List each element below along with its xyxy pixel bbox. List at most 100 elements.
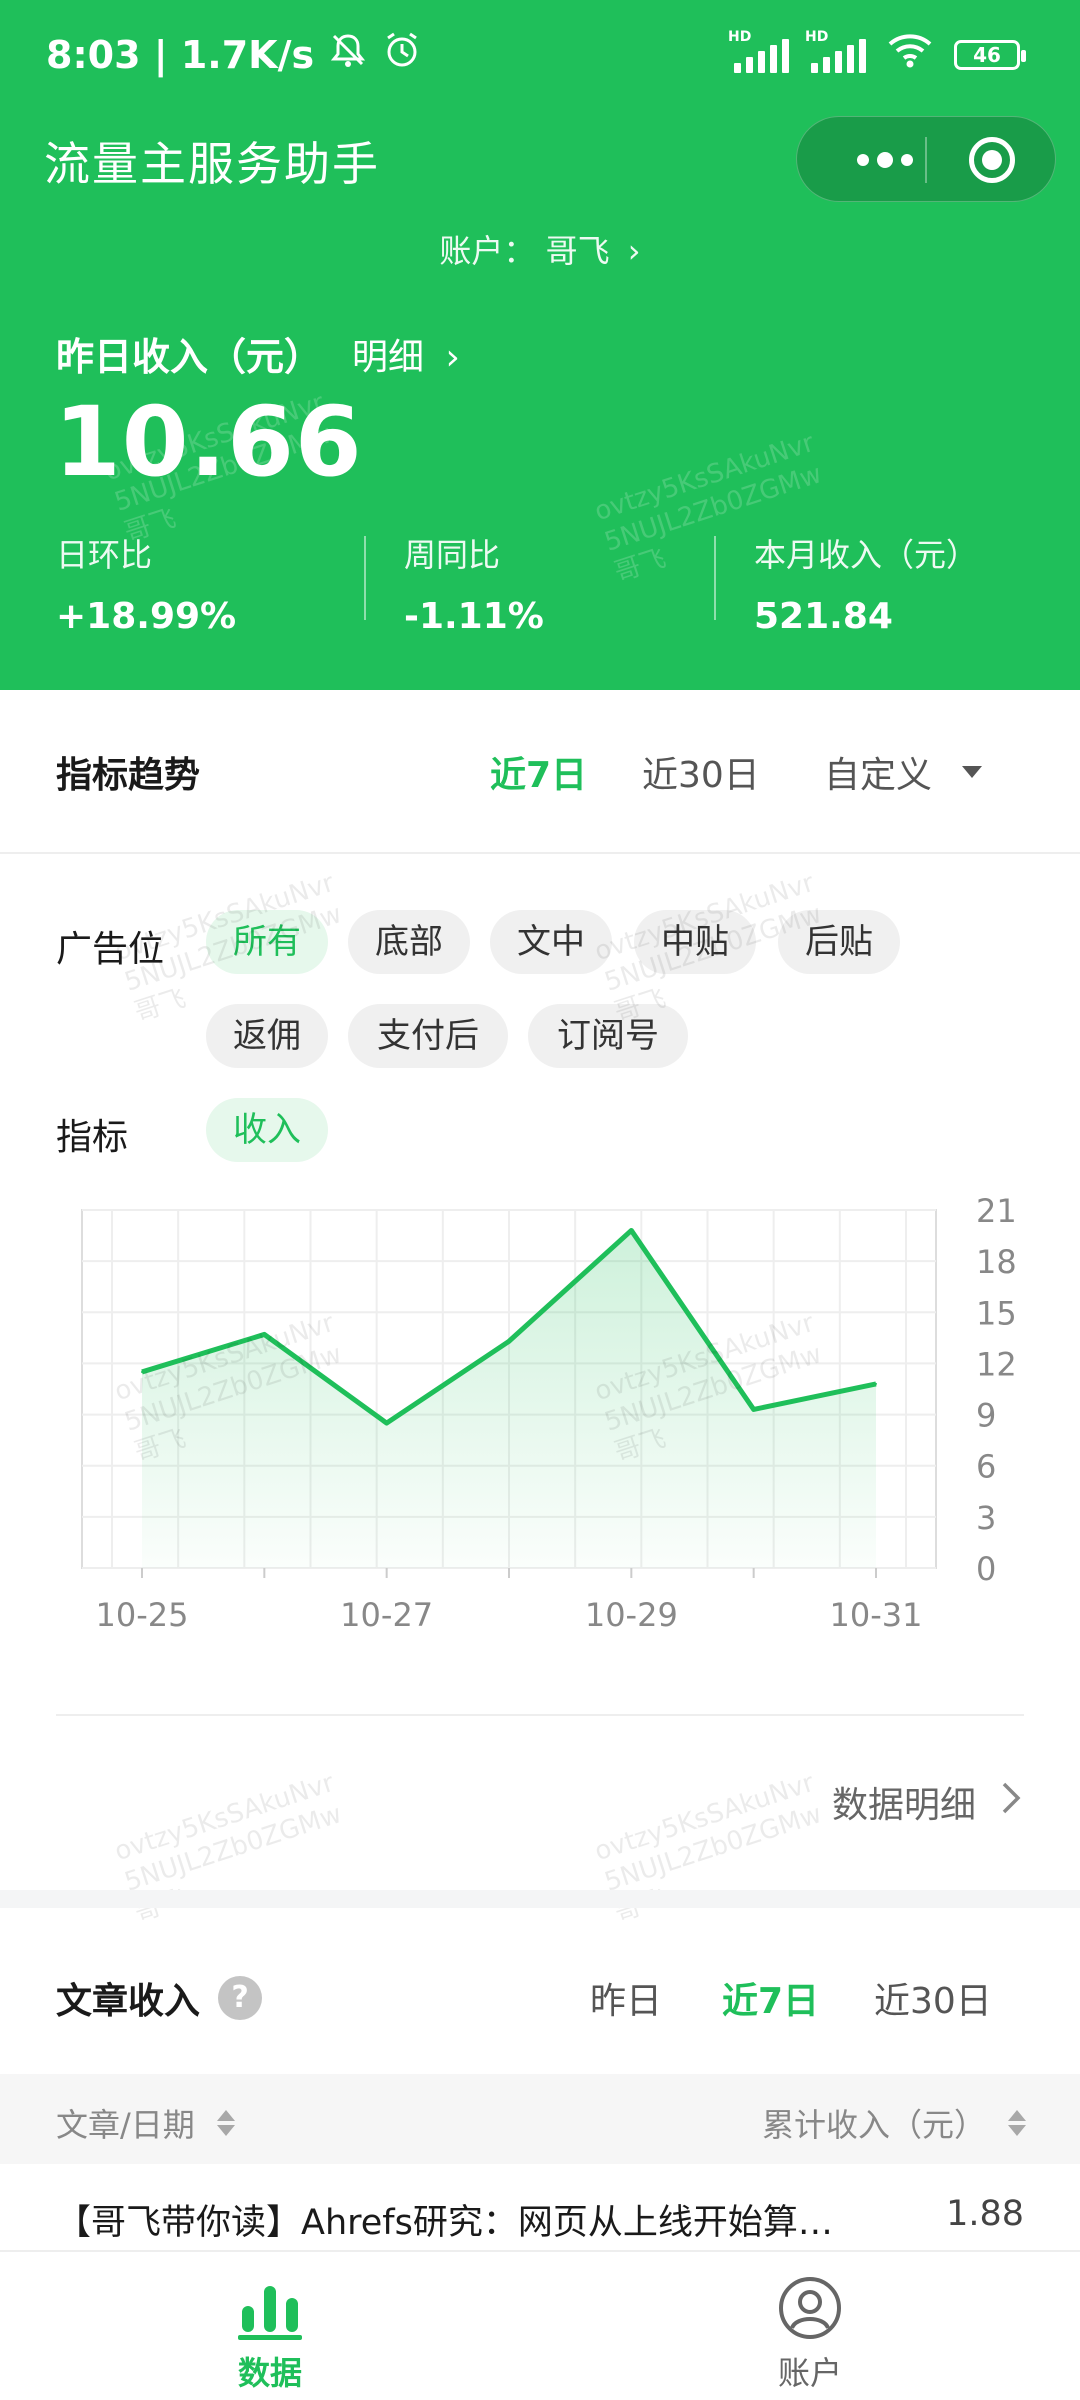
tab-data[interactable]: 数据 [0,2252,540,2400]
income-trend-chart[interactable]: 0 3 6 9 12 15 18 21 10-25 10-27 10-29 10-31 [40,1192,1040,1676]
y-tick-label: 18 [976,1243,1017,1281]
detail-link-label: 明细 [352,336,425,378]
data-point [508,1340,510,1343]
close-miniapp-icon[interactable] [969,137,1015,183]
column-article-date[interactable]: 文章/日期 [56,2100,235,2146]
yesterday-income-value: 10.66 [54,386,363,498]
column-cumulative-income[interactable]: 累计收入（元） [762,2100,1026,2146]
stat-divider [364,536,366,620]
article-range-30d[interactable]: 近30日 [874,1972,992,2024]
signal-icon-2: HD [805,29,866,73]
bar-chart-icon [238,2286,302,2340]
capsule-divider [925,137,927,183]
chip-subscription[interactable]: 订阅号 [528,1004,688,1068]
stat-label: 本月收入（元） [754,536,979,574]
chevron-right-icon: › [627,232,641,270]
stat-value: -1.11% [404,596,544,637]
user-icon [779,2277,841,2339]
sort-icon [1008,2108,1026,2138]
trend-section-header: 指标趋势 近7日 近30日 自定义 [0,690,1080,854]
data-point [263,1333,266,1336]
y-tick-label: 6 [976,1448,996,1486]
chip-mid-roll[interactable]: 中贴 [634,910,756,974]
data-point [752,1408,755,1411]
app-title: 流量主服务助手 [44,137,380,191]
income-stats: 日环比 +18.99% 周同比 -1.11% 本月收入（元） 521.84 [0,530,1080,637]
more-icon[interactable] [835,117,935,203]
tab-account[interactable]: 账户 [540,2252,1080,2400]
sort-icon [216,2108,235,2138]
chevron-right-icon: › [445,336,460,378]
y-tick-label: 3 [976,1499,996,1537]
section-gap [0,1890,1080,1908]
income-detail-link[interactable]: 明细 › [352,328,460,380]
y-tick-label: 15 [976,1294,1017,1332]
trend-title: 指标趋势 [56,755,201,796]
chip-all[interactable]: 所有 [206,910,328,974]
bottom-tab-bar: 数据 账户 [0,2250,1080,2400]
stat-value: 521.84 [754,596,893,637]
article-range-yesterday[interactable]: 昨日 [590,1972,662,2024]
stat-divider [714,536,716,620]
yesterday-income-header: 昨日收入（元） 明细 › [56,326,460,381]
help-icon[interactable]: ? [218,1976,263,2020]
status-time-speed: 8:03 | 1.7K/s [46,32,315,77]
ad-position-label: 广告位 [56,929,165,970]
mute-icon [328,30,368,79]
metric-label: 指标 [56,1117,129,1158]
chip-after-payment[interactable]: 支付后 [348,1004,508,1068]
chart-svg: 0 3 6 9 12 15 18 21 10-25 10-27 10-29 10-31 [81,1192,1017,1634]
chip-in-article[interactable]: 文中 [490,910,612,974]
column-label: 累计收入（元） [761,2106,986,2144]
account-label: 账户： [439,232,536,270]
stat-day-over-day: 日环比 +18.99% [56,530,236,637]
article-income-header: 文章收入 ? [56,1972,263,2024]
status-left: 8:03 | 1.7K/s [46,30,422,79]
y-tick-label: 0 [976,1550,996,1588]
data-point [875,1382,877,1385]
account-selector[interactable]: 账户： 哥飞 › [0,226,1080,272]
income-label: 昨日收入（元） [56,335,323,379]
chevron-right-icon [1000,1780,1022,1825]
data-detail-link[interactable]: 数据明细 [832,1776,1022,1828]
x-tick-label: 10-27 [340,1596,433,1634]
data-point [141,1370,143,1373]
article-income-value: 1.88 [946,2194,1024,2234]
chip-bottom[interactable]: 底部 [348,910,470,974]
range-tab-custom[interactable]: 自定义 [824,746,932,798]
hd-label-1: HD [728,28,752,45]
stat-value: +18.99% [56,596,237,637]
y-tick-label: 21 [976,1196,1017,1230]
stat-month-income: 本月收入（元） 521.84 [754,530,978,637]
y-tick-label: 9 [976,1397,996,1435]
divider [56,1714,1024,1716]
article-title: 【哥飞带你读】Ahrefs研究：网页从上线开始算… [56,2203,833,2243]
data-detail-label: 数据明细 [831,1785,976,1826]
table-header: 文章/日期 累计收入（元） [0,2074,1080,2164]
y-tick-label: 12 [976,1345,1017,1383]
article-range-7d[interactable]: 近7日 [722,1972,819,2024]
signal-icon-1: HD [728,29,789,73]
table-row[interactable]: 【哥飞带你读】Ahrefs研究：网页从上线开始算… 1.88 [0,2164,1080,2254]
battery-icon: 46 [954,39,1026,70]
x-tick-label: 10-25 [96,1596,189,1634]
range-tab-30d[interactable]: 近30日 [642,746,760,798]
stat-label: 日环比 [56,536,153,574]
status-right: HD HD 46 [728,29,1026,77]
article-income-title: 文章收入 [56,1981,201,2022]
data-point [385,1422,388,1425]
range-tab-7d[interactable]: 近7日 [490,746,587,798]
alarm-icon [382,30,422,79]
chip-rebate[interactable]: 返佣 [206,1004,328,1068]
x-tick-label: 10-31 [830,1596,923,1634]
miniapp-capsule [796,116,1056,202]
hd-label-2: HD [805,28,829,45]
x-tick-label: 10-29 [585,1596,678,1634]
chip-post-roll[interactable]: 后贴 [778,910,900,974]
tab-label: 数据 [237,2354,302,2392]
chip-income[interactable]: 收入 [206,1098,328,1162]
header-panel: 8:03 | 1.7K/s HD HD 46 流量主服务助手 账户： 哥飞 › … [0,0,1080,690]
tab-label: 账户 [777,2354,842,2392]
caret-down-icon[interactable] [962,766,982,778]
wifi-icon [888,32,932,77]
